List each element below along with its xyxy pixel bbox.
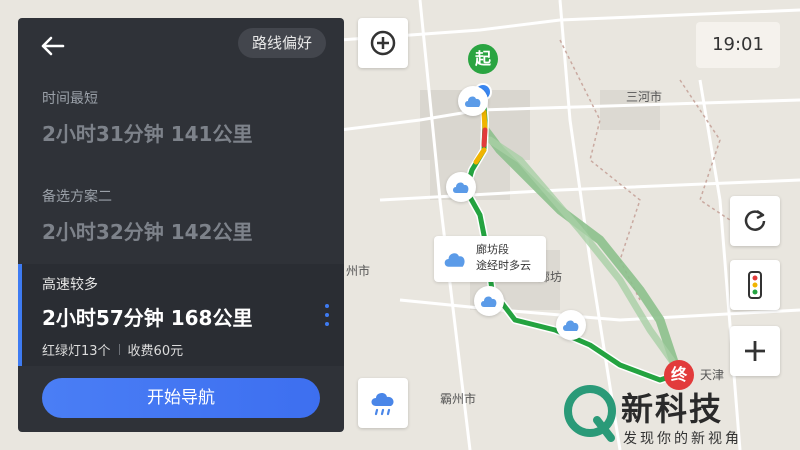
map-label-bazhou: 霸州市	[440, 392, 477, 406]
route-summary: 2小时57分钟 168公里	[42, 306, 253, 330]
start-navigation-button[interactable]: 开始导航	[42, 378, 320, 418]
traffic-light-icon	[748, 271, 762, 299]
route-meta: 红绿灯13个 收费60元	[42, 340, 183, 359]
cloud-icon	[453, 182, 469, 193]
weather-bubble[interactable]	[474, 286, 504, 316]
route-option-highway[interactable]: 高速较多 2小时57分钟 168公里 红绿灯13个 收费60元	[18, 264, 344, 366]
route-summary: 2小时31分钟 141公里	[42, 122, 253, 146]
weather-button[interactable]	[358, 378, 408, 428]
rain-cloud-icon	[371, 392, 394, 416]
map-label-tianjin: 天津	[700, 368, 725, 382]
back-button[interactable]	[28, 26, 76, 66]
start-marker[interactable]: 起	[468, 44, 498, 74]
logo-q-icon	[564, 385, 616, 442]
route-option-fastest[interactable]: 时间最短 2小时31分钟 141公里	[18, 76, 344, 168]
map-label-city: 州市	[346, 264, 371, 278]
refresh-icon	[744, 209, 766, 231]
logo-title: 新科技	[621, 390, 724, 428]
weather-tooltip[interactable]: 廊坊段 途经时多云	[434, 236, 546, 282]
plus-icon	[745, 341, 765, 361]
route-summary: 2小时32分钟 142公里	[42, 220, 253, 244]
route-label: 高速较多	[42, 277, 98, 293]
more-options-button[interactable]	[324, 304, 330, 326]
weather-bubble[interactable]	[446, 172, 476, 202]
toll-fee: 收费60元	[127, 344, 184, 359]
zoom-in-button[interactable]	[358, 18, 408, 68]
route-option-alternative[interactable]: 备选方案二 2小时32分钟 142公里	[18, 170, 344, 262]
meta-divider	[118, 344, 120, 355]
weather-bubble[interactable]	[458, 86, 488, 116]
route-preference-button[interactable]: 路线偏好	[237, 28, 326, 58]
cloud-icon	[563, 320, 579, 331]
route-panel: 路线偏好 时间最短 2小时31分钟 141公里 备选方案二 2小时32分钟 14…	[18, 18, 344, 432]
zoom-button[interactable]	[730, 326, 780, 376]
route-label: 备选方案二	[42, 189, 112, 205]
more-vertical-icon	[325, 304, 329, 308]
traffic-light-count: 红绿灯13个	[42, 344, 111, 359]
traffic-toggle-button[interactable]	[730, 260, 780, 310]
plus-circle-icon	[370, 30, 396, 56]
logo-subtitle: 发现你的新视角	[623, 431, 742, 447]
weather-bubble[interactable]	[556, 310, 586, 340]
route-label: 时间最短	[42, 91, 98, 107]
cloud-icon	[465, 96, 481, 107]
watermark-logo: 新科技 发现你的新视角	[563, 382, 800, 450]
status-time: 19:01	[696, 22, 780, 68]
cloud-icon	[481, 296, 497, 307]
weather-tip-segment: 廊坊段	[476, 243, 509, 256]
weather-tip-condition: 途经时多云	[476, 259, 531, 272]
map-label-sanhe: 三河市	[626, 90, 663, 104]
refresh-button[interactable]	[730, 196, 780, 246]
active-indicator	[18, 264, 22, 366]
back-arrow-icon	[41, 36, 65, 56]
cloud-icon	[444, 253, 465, 267]
